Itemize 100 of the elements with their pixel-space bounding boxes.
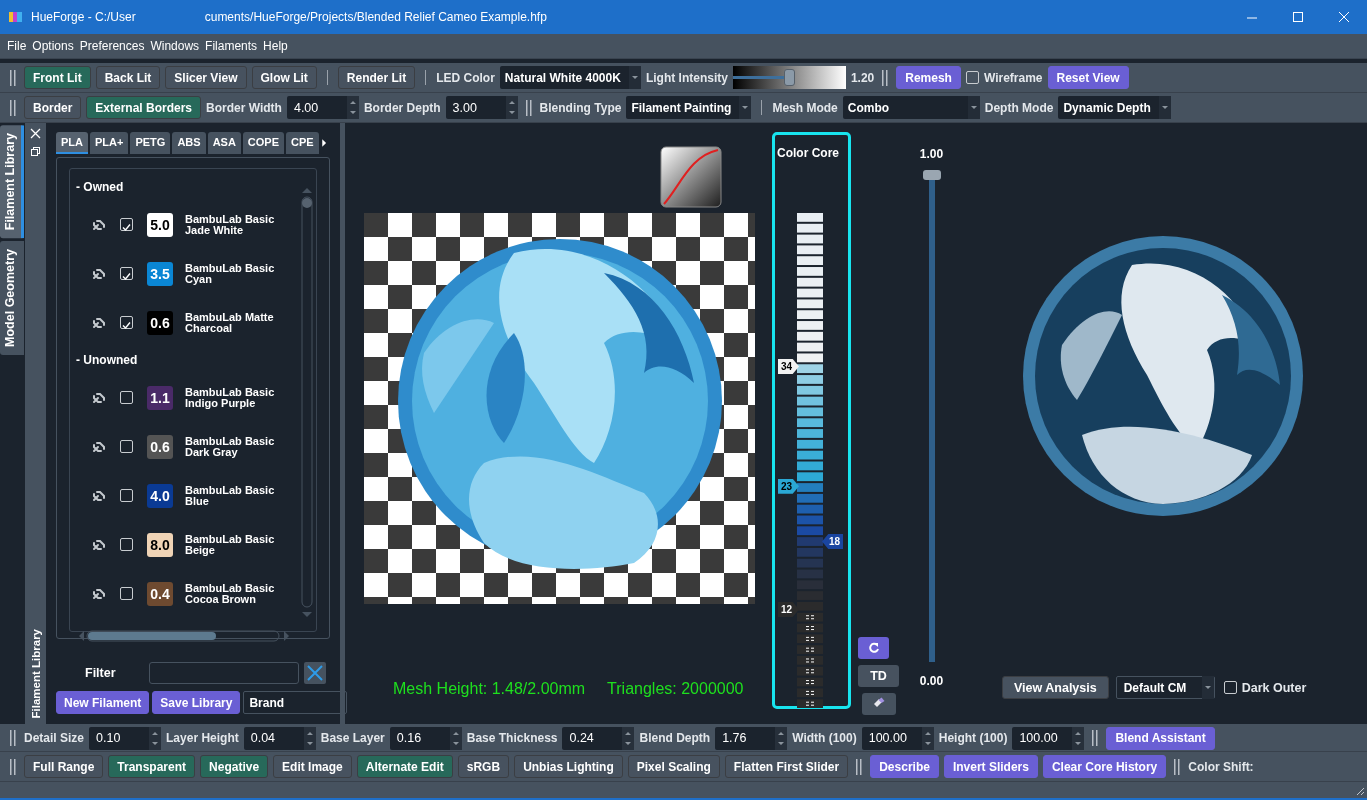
toolbar-grip-icon[interactable] — [882, 69, 889, 86]
spin-box[interactable]: 100.00 — [1012, 726, 1085, 750]
spin-arrows-icon[interactable] — [346, 96, 359, 119]
float-icon[interactable] — [31, 147, 40, 156]
action-button[interactable]: Reset View — [1047, 66, 1129, 89]
action-button[interactable]: Save Library — [152, 691, 241, 714]
close-icon[interactable] — [30, 128, 41, 139]
spin-arrows-icon[interactable] — [921, 726, 934, 750]
reset-icon[interactable] — [867, 642, 880, 654]
action-button[interactable]: Invert Sliders — [943, 755, 1038, 778]
toggle-button[interactable]: Glow Lit — [251, 66, 317, 89]
spin-arrows-icon[interactable] — [505, 96, 518, 119]
layer-marker[interactable]: 34 — [778, 359, 799, 375]
spin-arrows-icon[interactable] — [449, 726, 462, 750]
type-tab[interactable]: ASA — [207, 132, 241, 154]
toolbar-grip-icon[interactable] — [856, 758, 863, 775]
spin-arrows-icon[interactable] — [622, 726, 635, 750]
dropdown[interactable]: Combo — [842, 96, 980, 119]
height-slider[interactable] — [922, 170, 941, 662]
spin-box[interactable]: 4.00 — [286, 96, 359, 119]
dropdown[interactable]: Natural White 4000K — [499, 66, 641, 89]
clear-button[interactable] — [304, 662, 326, 684]
spin-box[interactable]: 100.00 — [861, 726, 934, 750]
link-icon[interactable] — [92, 538, 106, 551]
checkbox[interactable] — [965, 71, 979, 84]
toggle-button[interactable]: sRGB — [457, 755, 510, 778]
toggle-button[interactable]: Border — [24, 96, 82, 119]
spin-box[interactable]: 0.10 — [89, 726, 162, 750]
slider-thumb[interactable] — [784, 69, 796, 86]
checkbox[interactable] — [120, 218, 133, 231]
checkbox[interactable] — [120, 489, 133, 502]
action-button[interactable]: Remesh — [896, 66, 961, 89]
reset-button[interactable] — [858, 637, 889, 659]
dock-tab[interactable]: Filament Library — [0, 125, 24, 239]
eraser-button[interactable] — [862, 693, 896, 715]
filter-field[interactable] — [149, 662, 299, 684]
toggle-button[interactable]: Render Lit — [337, 66, 416, 89]
toggle-button[interactable]: Alternate Edit — [356, 755, 453, 778]
menu-item[interactable]: Filaments — [202, 39, 261, 53]
link-icon[interactable] — [92, 316, 106, 329]
layer-marker[interactable]: 12 — [778, 602, 799, 618]
spin-box[interactable]: 3.00 — [445, 96, 518, 119]
spin-arrows-icon[interactable] — [775, 726, 788, 750]
type-tab[interactable]: COPE — [242, 132, 285, 154]
type-tab[interactable]: PLA+ — [90, 132, 129, 154]
layer-slider-track[interactable]: 34 23 18 12 — [775, 212, 848, 709]
menu-item[interactable]: Windows — [147, 39, 203, 53]
slider-thumb[interactable] — [922, 170, 941, 180]
group-header[interactable]: - Unowned — [76, 347, 300, 373]
toggle-button[interactable]: Slicer View — [165, 66, 247, 89]
spin-arrows-icon[interactable] — [1072, 726, 1085, 750]
spin-arrows-icon[interactable] — [149, 726, 162, 750]
type-tab[interactable]: ABS — [172, 132, 206, 154]
checkbox[interactable] — [1223, 681, 1237, 694]
layer-marker[interactable]: 18 — [822, 534, 843, 549]
layer-marker[interactable]: 23 — [778, 478, 799, 494]
spin-box[interactable]: 0.24 — [562, 726, 635, 750]
toggle-button[interactable]: Full Range — [24, 755, 104, 778]
toggle-button[interactable]: Back Lit — [95, 66, 161, 89]
menu-item[interactable]: Help — [260, 39, 291, 53]
view-analysis-button[interactable]: View Analysis — [1002, 676, 1109, 699]
link-icon[interactable] — [92, 391, 106, 404]
toggle-button[interactable]: Pixel Scaling — [627, 755, 720, 778]
maximize-icon[interactable] — [1292, 11, 1304, 23]
link-icon[interactable] — [92, 218, 106, 231]
curve-editor-button[interactable] — [660, 146, 722, 208]
menu-item[interactable]: Preferences — [76, 39, 148, 53]
spin-box[interactable]: 0.16 — [389, 726, 462, 750]
dropdown[interactable]: Dynamic Depth — [1058, 96, 1171, 119]
toolbar-grip-icon[interactable] — [10, 758, 16, 775]
toolbar-grip-icon[interactable] — [10, 730, 16, 746]
checkbox[interactable] — [120, 391, 133, 404]
toggle-button[interactable]: Front Lit — [24, 66, 91, 89]
link-icon[interactable] — [92, 587, 106, 600]
action-button[interactable]: Clear Core History — [1042, 755, 1167, 778]
checkbox[interactable] — [120, 316, 133, 329]
spin-arrows-icon[interactable] — [303, 726, 316, 750]
dropdown[interactable]: Default CM — [1115, 676, 1215, 699]
link-icon[interactable] — [92, 440, 106, 453]
action-button[interactable]: New Filament — [56, 691, 150, 714]
resize-grip-icon[interactable] — [1355, 786, 1365, 796]
type-tab[interactable]: PLA — [56, 132, 88, 154]
toolbar-grip-icon[interactable] — [1092, 730, 1099, 746]
link-icon[interactable] — [92, 489, 106, 502]
spin-box[interactable]: 1.76 — [715, 726, 788, 750]
spin-box[interactable]: 0.04 — [243, 726, 316, 750]
type-tab[interactable]: CPE — [286, 132, 319, 154]
toggle-button[interactable]: Transparent — [108, 755, 196, 778]
toolbar-grip-icon[interactable] — [525, 99, 532, 116]
action-button[interactable]: Describe — [870, 755, 939, 778]
toolbar-grip-icon[interactable] — [10, 99, 16, 116]
dropdown[interactable]: Filament Painting — [626, 96, 752, 119]
toggle-button[interactable]: Negative — [200, 755, 269, 778]
type-tab[interactable]: PETG — [130, 132, 171, 154]
close-icon[interactable] — [1338, 11, 1350, 23]
toggle-button[interactable]: Unbias Lighting — [514, 755, 623, 778]
dock-tab[interactable]: Model Geometry — [0, 241, 24, 356]
action-button[interactable]: Blend Assistant — [1106, 726, 1215, 750]
checkbox[interactable] — [120, 587, 133, 600]
toggle-button[interactable]: External Borders — [86, 96, 202, 119]
